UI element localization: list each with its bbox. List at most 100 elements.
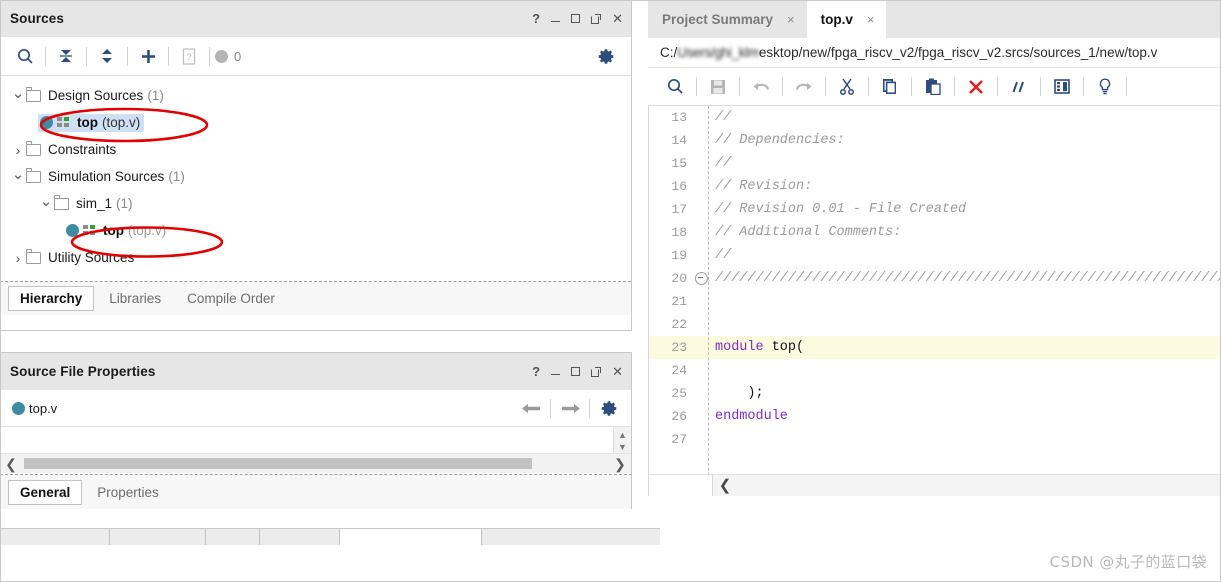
scroll-up-icon[interactable]: ▲	[618, 430, 627, 440]
maximize-icon[interactable]	[571, 367, 581, 376]
plus-icon[interactable]	[133, 41, 163, 71]
code-line[interactable]: 22	[649, 313, 1221, 336]
code-line-text: // Revision 0.01 - File Created	[715, 202, 967, 217]
back-arrow-icon[interactable]	[517, 395, 545, 421]
close-icon[interactable]: ✕	[612, 12, 623, 25]
cut-icon[interactable]	[832, 72, 862, 102]
line-number: 25	[671, 386, 687, 401]
search-icon[interactable]	[660, 72, 690, 102]
close-icon[interactable]: ×	[867, 12, 875, 27]
scroll-track[interactable]	[22, 458, 609, 469]
code-line[interactable]: 25 );	[649, 382, 1221, 405]
help-icon[interactable]: ?	[532, 365, 540, 378]
tree-item-file[interactable]: top (top.v)	[0, 109, 631, 136]
minimize-icon[interactable]	[551, 14, 561, 23]
code-line[interactable]: 27	[649, 428, 1221, 451]
code-line[interactable]: 23 module top(	[649, 336, 1221, 359]
redo-icon	[789, 72, 819, 102]
properties-panel-titlebar: Source File Properties ? ✕	[0, 353, 631, 390]
tab-general[interactable]: General	[8, 479, 83, 505]
tree-file-entry[interactable]: top (top.v)	[66, 223, 166, 238]
code-area[interactable]: 13 // 14 // Dependencies: 15 // 16 // Revision:…	[648, 106, 1221, 496]
collapse-all-icon[interactable]	[51, 41, 81, 71]
toolbar-divider	[997, 77, 998, 96]
scroll-thumb[interactable]	[24, 458, 532, 469]
editor-tab-project-summary[interactable]: Project Summary ×	[648, 0, 807, 38]
watermark: CSDN @丸子的蓝口袋	[1049, 553, 1207, 571]
help-icon[interactable]: ?	[532, 12, 540, 25]
toolbar-divider	[1083, 77, 1084, 96]
code-line[interactable]: 14 // Dependencies:	[649, 129, 1221, 152]
scroll-down-icon[interactable]: ▼	[618, 442, 627, 452]
sources-toolbar: ? 0	[0, 37, 631, 76]
editor-file-path: C:/Users/ghi_klm esktop/new/fpga_riscv_v2…	[648, 38, 1221, 68]
code-line[interactable]: 19 //	[649, 244, 1221, 267]
folder-icon	[26, 167, 41, 183]
forward-arrow-icon[interactable]	[556, 395, 584, 421]
editor-horizontal-scrollbar[interactable]: ❮	[649, 474, 1221, 496]
tree-item-folder[interactable]: › Constraints	[0, 136, 631, 163]
gear-icon[interactable]	[591, 41, 621, 71]
float-icon[interactable]	[591, 366, 602, 377]
code-line[interactable]: 13 //	[649, 106, 1221, 129]
comment-icon[interactable]	[1004, 72, 1034, 102]
scroll-right-icon[interactable]: ❯	[609, 457, 631, 471]
tree-file-module-name: top	[103, 223, 124, 238]
module-chip-icon	[83, 225, 97, 236]
code-line[interactable]: 18 // Additional Comments:	[649, 221, 1221, 244]
search-icon[interactable]	[10, 41, 40, 71]
columns-icon[interactable]	[1047, 72, 1077, 102]
code-line-text: module top(	[715, 340, 805, 355]
tab-libraries[interactable]: Libraries	[98, 287, 172, 310]
tree-item-folder[interactable]: ⌄ Simulation Sources (1)	[0, 163, 631, 190]
copy-icon[interactable]	[875, 72, 905, 102]
message-dot-icon	[215, 49, 228, 63]
fold-collapse-icon[interactable]	[693, 272, 709, 285]
tree-file-entry[interactable]: top (top.v)	[38, 113, 145, 132]
float-icon[interactable]	[591, 13, 602, 24]
chevron-right-icon[interactable]: ›	[10, 142, 26, 158]
line-number: 24	[671, 363, 687, 378]
maximize-icon[interactable]	[571, 14, 581, 23]
code-line[interactable]: 17 // Revision 0.01 - File Created	[649, 198, 1221, 221]
delete-icon[interactable]	[961, 72, 991, 102]
bottom-tab-strip-clipped[interactable]	[0, 528, 660, 545]
line-number: 15	[671, 156, 687, 171]
properties-file-header: top.v	[0, 390, 631, 427]
tree-item-folder[interactable]: ⌄ sim_1 (1)	[0, 190, 631, 217]
tree-item-folder[interactable]: ⌄ Design Sources (1)	[0, 82, 631, 109]
code-line[interactable]: 15 //	[649, 152, 1221, 175]
close-icon[interactable]: ✕	[612, 365, 623, 378]
tree-item-folder[interactable]: › Utility Sources	[0, 244, 631, 271]
code-line-text: );	[715, 386, 764, 401]
properties-tab-strip: General Properties	[0, 474, 632, 509]
scroll-left-icon[interactable]: ❮	[713, 478, 737, 493]
tree-item-file[interactable]: top (top.v)	[0, 217, 631, 244]
chevron-down-icon[interactable]: ⌄	[10, 165, 26, 183]
toolbar-divider	[1126, 77, 1127, 96]
chevron-down-icon[interactable]: ⌄	[38, 192, 54, 210]
scroll-left-icon[interactable]: ❮	[0, 457, 22, 471]
sources-tab-strip: Hierarchy Libraries Compile Order	[0, 281, 631, 315]
code-line[interactable]: 24	[649, 359, 1221, 382]
chevron-down-icon[interactable]: ⌄	[10, 84, 26, 102]
tab-properties[interactable]: Properties	[86, 481, 170, 504]
editor-tab-top-v[interactable]: top.v ×	[806, 0, 887, 38]
toolbar-divider	[782, 77, 783, 96]
editor-tab-strip: Project Summary × top.v ×	[648, 0, 1221, 38]
code-line[interactable]: 16 // Revision:	[649, 175, 1221, 198]
close-icon[interactable]: ×	[787, 12, 795, 27]
minimize-icon[interactable]	[551, 367, 561, 376]
gear-icon[interactable]	[595, 395, 623, 421]
tab-compile-order[interactable]: Compile Order	[176, 287, 286, 310]
sources-tree[interactable]: ⌄ Design Sources (1) top (top.v) › Constraints…	[0, 76, 631, 281]
chevron-right-icon[interactable]: ›	[10, 250, 26, 266]
code-line[interactable]: 26 endmodule	[649, 405, 1221, 428]
code-line[interactable]: 20 //////////////////////////////////////…	[649, 267, 1221, 290]
properties-horizontal-scrollbar[interactable]: ❮ ❯	[0, 453, 631, 473]
expand-all-icon[interactable]	[92, 41, 122, 71]
code-line[interactable]: 21	[649, 290, 1221, 313]
tab-hierarchy[interactable]: Hierarchy	[8, 286, 95, 311]
bulb-icon[interactable]	[1090, 72, 1120, 102]
paste-icon[interactable]	[918, 72, 948, 102]
